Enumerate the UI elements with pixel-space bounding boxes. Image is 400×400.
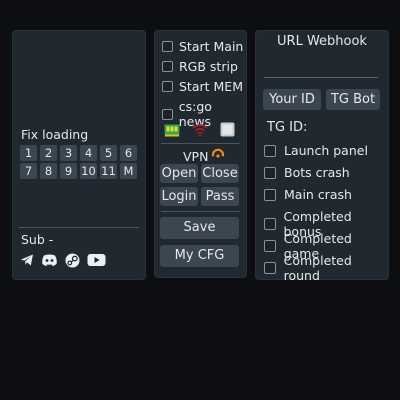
bots-crash-label: Bots crash (284, 165, 350, 180)
fix-button-1[interactable]: 1 (20, 145, 37, 161)
rgb-strip-label: RGB strip (179, 59, 238, 74)
steam-icon[interactable] (65, 253, 80, 268)
fix-button-2[interactable]: 2 (40, 145, 57, 161)
square-icon[interactable] (220, 122, 235, 141)
fix-button-11[interactable]: 11 (100, 163, 117, 179)
completed-round-label: Completed round (283, 253, 352, 283)
csgo-news-checkbox[interactable] (162, 108, 173, 120)
status-icons (164, 122, 235, 141)
vpn-status-icon[interactable] (211, 148, 225, 165)
my-cfg-button[interactable]: My CFG (160, 245, 239, 267)
fix-button-4[interactable]: 4 (80, 145, 97, 161)
social-links (20, 253, 106, 268)
completed-round-checkbox[interactable] (264, 262, 276, 274)
fix-button-10[interactable]: 10 (80, 163, 97, 179)
start-mem-checkbox[interactable] (162, 81, 173, 92)
webhook-underline (264, 77, 378, 78)
start-mem-checkbox-row[interactable]: Start MEM (162, 79, 243, 94)
fix-loading-label: Fix loading (21, 127, 89, 142)
completed-game-checkbox[interactable] (264, 240, 276, 252)
completed-round-checkbox-row[interactable]: Completed round (264, 253, 388, 283)
vpn-open-button[interactable]: Open (160, 164, 198, 183)
start-main-label: Start Main (179, 39, 244, 54)
mid-divider-top (161, 143, 240, 144)
completed-bonus-checkbox[interactable] (264, 218, 276, 230)
vpn-pass-button[interactable]: Pass (201, 187, 239, 206)
telegram-icon[interactable] (20, 253, 34, 268)
fix-button-8[interactable]: 8 (40, 163, 57, 179)
start-mem-label: Start MEM (179, 79, 243, 94)
bots-crash-checkbox[interactable] (264, 166, 276, 179)
main-crash-checkbox[interactable] (264, 188, 276, 201)
left-panel: Fix loading 1 2 3 4 5 6 7 8 9 10 11 M Su… (12, 30, 146, 280)
ram-icon[interactable] (164, 122, 180, 141)
start-main-checkbox[interactable] (162, 41, 173, 52)
fix-button-6[interactable]: 6 (120, 145, 137, 161)
start-main-checkbox-row[interactable]: Start Main (162, 39, 243, 54)
tg-id-label: TG ID: (267, 120, 308, 135)
url-webhook-title: URL Webhook (277, 34, 367, 49)
fix-button-3[interactable]: 3 (60, 145, 77, 161)
fix-button-7[interactable]: 7 (20, 163, 37, 179)
fix-button-9[interactable]: 9 (60, 163, 77, 179)
right-panel: URL Webhook Your ID TG Bot TG ID: Launch… (255, 30, 389, 283)
launch-panel-checkbox[interactable] (264, 144, 276, 157)
mid-divider-bottom (161, 211, 240, 212)
fix-loading-grid: 1 2 3 4 5 6 7 8 9 10 11 M (20, 145, 137, 179)
tg-bot-button[interactable]: TG Bot (326, 89, 380, 110)
main-crash-checkbox-row[interactable]: Main crash (264, 187, 352, 202)
vpn-row: VPN (183, 148, 225, 165)
vpn-login-button[interactable]: Login (160, 187, 198, 206)
sub-label: Sub - (21, 232, 54, 247)
left-divider (19, 227, 139, 228)
webhook-input[interactable] (264, 55, 378, 77)
launch-panel-checkbox-row[interactable]: Launch panel (264, 143, 368, 158)
fix-button-m[interactable]: M (120, 163, 137, 179)
rgb-strip-checkbox[interactable] (162, 61, 173, 72)
bots-crash-checkbox-row[interactable]: Bots crash (264, 165, 350, 180)
rgb-strip-checkbox-row[interactable]: RGB strip (162, 59, 238, 74)
wifi-icon[interactable] (192, 122, 208, 141)
launch-panel-label: Launch panel (284, 143, 368, 158)
your-id-button[interactable]: Your ID (263, 89, 321, 110)
middle-panel: Start Main RGB strip Start MEM cs:go new… (154, 30, 247, 278)
youtube-icon[interactable] (87, 253, 106, 268)
vpn-label: VPN (183, 149, 209, 164)
discord-icon[interactable] (41, 253, 58, 268)
main-crash-label: Main crash (284, 187, 352, 202)
vpn-close-button[interactable]: Close (201, 164, 239, 183)
save-button[interactable]: Save (160, 217, 239, 239)
fix-button-5[interactable]: 5 (100, 145, 117, 161)
